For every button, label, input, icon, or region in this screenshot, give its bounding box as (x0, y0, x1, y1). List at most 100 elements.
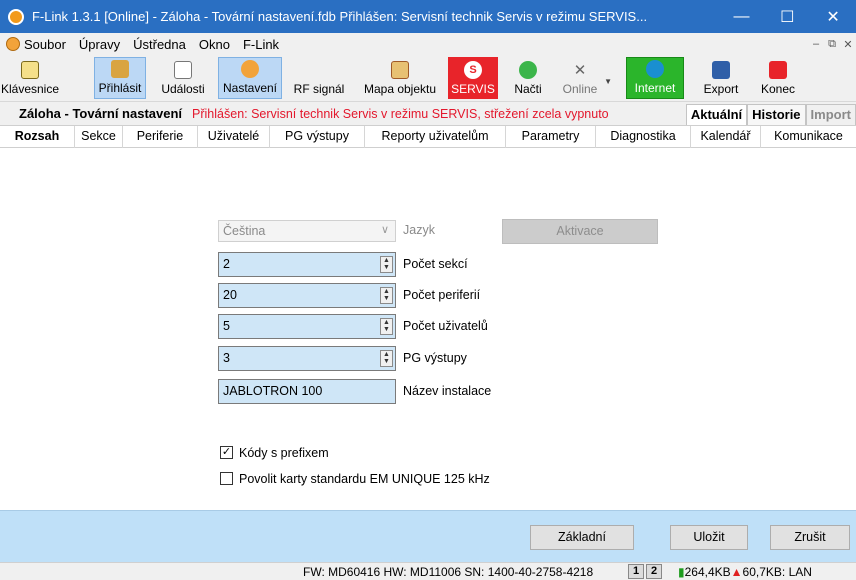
download-amount: 264,4KB (684, 565, 731, 579)
users-stepper-icon[interactable]: ▲ ▼ (380, 318, 393, 335)
users-label: Počet uživatelů (403, 319, 488, 333)
floppy-icon (712, 61, 730, 79)
menu-upravy[interactable]: Úpravy (73, 37, 127, 52)
servis-icon: S (464, 61, 482, 79)
menu-ustredna[interactable]: Ústředna (127, 37, 193, 52)
online-dropdown-icon[interactable]: ▼ (604, 77, 612, 86)
login-status: Přihlášen: Servisní technik Servis v rež… (192, 106, 609, 121)
online-button[interactable]: ✕ Online ▼ (558, 57, 612, 99)
chevron-down-icon: ∨ (380, 224, 389, 236)
export-button[interactable]: Export (698, 57, 744, 99)
keyboard-button[interactable]: Klávesnice (1, 57, 59, 99)
maximize-button[interactable]: ☐ (764, 0, 810, 33)
mdi-close-button[interactable]: ✕ (840, 38, 856, 51)
tab-import[interactable]: Import (805, 104, 856, 126)
tab-sekce[interactable]: Sekce (75, 126, 123, 148)
keyboard-icon (21, 61, 39, 79)
prefix-codes-label: Kódy s prefixem (239, 446, 329, 460)
tab-pg-vystupy[interactable]: PG výstupy (270, 126, 365, 148)
settings-button[interactable]: Nastavení (218, 57, 282, 99)
button-bar: Základní Uložit Zrušit (0, 510, 856, 562)
power-icon (769, 61, 787, 79)
sync-icon (519, 61, 537, 79)
sections-label: Počet sekcí (403, 257, 468, 271)
status-bar: FW: MD60416 HW: MD11006 SN: 1400-40-2758… (0, 562, 856, 580)
partition-1-badge[interactable]: 1 (628, 564, 644, 579)
cancel-button[interactable]: Zrušit (770, 525, 850, 550)
tab-historie[interactable]: Historie (747, 104, 806, 126)
language-select[interactable]: Čeština ∨ (218, 220, 396, 242)
pg-outputs-stepper-icon[interactable]: ▲ ▼ (380, 350, 393, 367)
download-icon: ▮ (678, 565, 685, 579)
em-cards-checkbox[interactable] (220, 472, 233, 485)
window-title: F-Link 1.3.1 [Online] - Záloha - Tovární… (31, 9, 648, 24)
close-button[interactable]: ✕ (810, 0, 856, 33)
status-strip: Záloha - Tovární nastavení Přihlášen: Se… (0, 101, 856, 126)
upload-icon: ▲ (730, 565, 743, 579)
language-label: Jazyk (403, 223, 435, 237)
login-button[interactable]: Přihlásit (94, 57, 146, 99)
mdi-restore-button[interactable]: ⧉ (824, 38, 840, 51)
pg-outputs-field[interactable]: 3 ▲ ▼ (218, 346, 396, 371)
tab-parametry[interactable]: Parametry (506, 126, 596, 148)
menu-bar: Soubor Úpravy Ústředna Okno F-Link – ⧉ ✕ (0, 33, 856, 55)
rf-signal-button[interactable]: RF signál (288, 57, 350, 99)
users-value: 5 (223, 319, 230, 333)
globe-icon (646, 60, 664, 78)
settings-icon (241, 60, 259, 78)
menu-soubor[interactable]: Soubor (20, 37, 73, 52)
tab-aktualni[interactable]: Aktuální (685, 104, 748, 126)
peripherals-field[interactable]: 20 ▲ ▼ (218, 283, 396, 308)
users-field[interactable]: 5 ▲ ▼ (218, 314, 396, 339)
internet-button[interactable]: Internet (626, 57, 684, 99)
pg-outputs-value: 3 (223, 351, 230, 365)
sections-field[interactable]: 2 ▲ ▼ (218, 252, 396, 277)
network-stats: ▮264,4KB▲60,7KB: LAN (678, 565, 812, 579)
language-value: Čeština (223, 224, 266, 238)
em-cards-label: Povolit karty standardu EM UNIQUE 125 kH… (239, 472, 490, 486)
events-button[interactable]: Události (158, 57, 208, 99)
peripherals-label: Počet periferií (403, 288, 481, 302)
basic-button[interactable]: Základní (530, 525, 634, 550)
map-button[interactable]: Mapa objektu (356, 57, 444, 99)
sections-stepper-icon[interactable]: ▲ ▼ (380, 256, 393, 273)
prefix-codes-checkbox[interactable]: ✓ (220, 446, 233, 459)
tab-uzivatele[interactable]: Uživatelé (198, 126, 270, 148)
end-button[interactable]: Konec (758, 57, 798, 99)
mdi-minimize-button[interactable]: – (808, 38, 824, 51)
activation-button[interactable]: Aktivace (502, 219, 658, 244)
tab-rozsah[interactable]: Rozsah (0, 126, 75, 148)
firmware-info: FW: MD60416 HW: MD11006 SN: 1400-40-2758… (303, 565, 594, 579)
save-button[interactable]: Uložit (670, 525, 748, 550)
main-panel: Čeština ∨ Jazyk Aktivace 2 ▲ ▼ Počet sekc… (0, 148, 856, 510)
pg-outputs-label: PG výstupy (403, 351, 467, 365)
menu-okno[interactable]: Okno (193, 37, 237, 52)
app-menu-icon[interactable] (6, 37, 20, 51)
title-bar: F-Link 1.3.1 [Online] - Záloha - Tovární… (0, 0, 856, 33)
clock-icon (174, 61, 192, 79)
backup-name: Záloha - Tovární nastavení (19, 106, 183, 121)
partition-2-badge[interactable]: 2 (646, 564, 662, 579)
house-icon (391, 61, 409, 79)
tab-kalendar[interactable]: Kalendář (691, 126, 761, 148)
tab-komunikace[interactable]: Komunikace (761, 126, 856, 148)
app-icon (8, 8, 24, 25)
disconnect-icon: ✕ (573, 62, 587, 79)
peripherals-stepper-icon[interactable]: ▲ ▼ (380, 287, 393, 304)
users-icon (111, 60, 129, 78)
tab-diagnostika[interactable]: Diagnostika (596, 126, 691, 148)
installation-name-field[interactable]: JABLOTRON 100 (218, 379, 396, 404)
load-button[interactable]: Načti (512, 57, 544, 99)
tab-periferie[interactable]: Periferie (123, 126, 198, 148)
menu-flink[interactable]: F-Link (237, 37, 286, 52)
peripherals-value: 20 (223, 288, 237, 302)
installation-name-label: Název instalace (403, 384, 492, 398)
servis-button[interactable]: S SERVIS (448, 57, 498, 99)
mdi-controls: – ⧉ ✕ (808, 38, 856, 51)
minimize-button[interactable]: — (719, 0, 765, 33)
upload-amount: 60,7KB: LAN (742, 565, 812, 579)
installation-name-value: JABLOTRON 100 (223, 384, 323, 398)
antenna-icon (310, 61, 328, 79)
tab-reporty[interactable]: Reporty uživatelům (365, 126, 506, 148)
sections-value: 2 (223, 257, 230, 271)
